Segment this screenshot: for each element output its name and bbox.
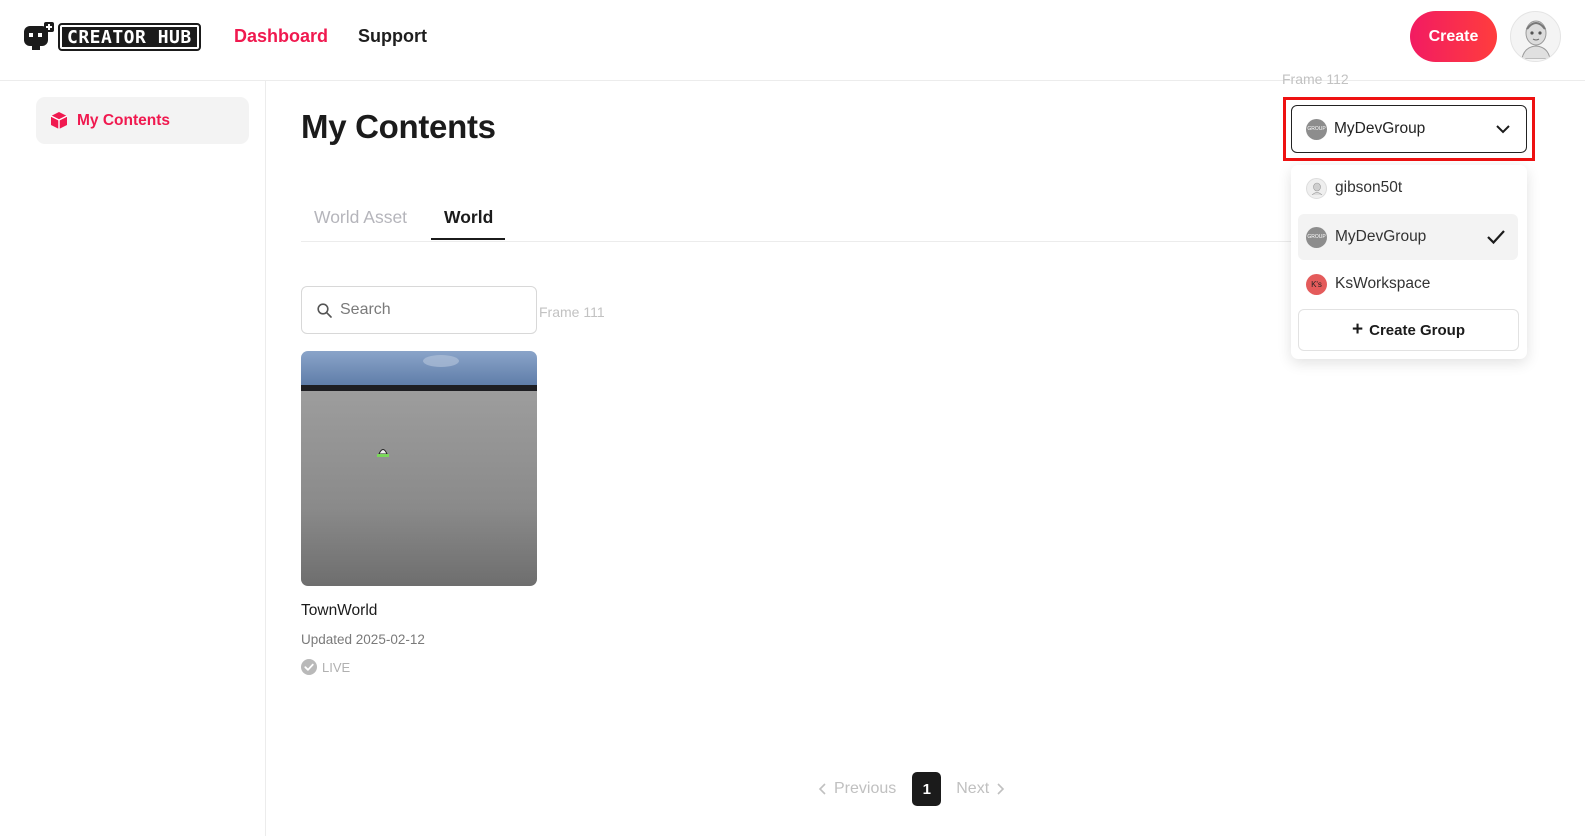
robot-logo-icon <box>22 22 54 52</box>
group-option-label: gibson50t <box>1335 179 1403 196</box>
pagination-previous-label: Previous <box>834 780 897 797</box>
live-status-badge: LIVE <box>301 659 350 675</box>
tabs-divider <box>301 241 1301 242</box>
create-button[interactable]: Create <box>1410 11 1497 62</box>
search-input[interactable] <box>340 301 520 319</box>
group-select-value: MyDevGroup <box>1334 120 1426 137</box>
pagination: Previous 1 Next <box>818 772 1005 806</box>
active-tab-indicator <box>431 238 505 240</box>
nav-dashboard-link[interactable]: Dashboard <box>234 26 328 47</box>
tab-world[interactable]: World <box>444 207 493 228</box>
pagination-next[interactable]: Next <box>956 780 1005 798</box>
nav-support-link[interactable]: Support <box>358 26 427 47</box>
group-option-mydevgroup[interactable]: GROUP MyDevGroup <box>1298 214 1518 260</box>
logo-wordmark: CREATOR HUB <box>58 23 201 51</box>
creator-hub-logo[interactable]: CREATOR HUB <box>22 21 201 53</box>
group-avatar-icon: GROUP <box>1306 118 1327 140</box>
group-dropdown-menu: gibson50t GROUP MyDevGroup K's KsWorkspa… <box>1291 165 1527 359</box>
search-icon <box>317 302 332 318</box>
frame-label: Frame 112 <box>1282 71 1349 87</box>
sidebar-item-my-contents[interactable]: My Contents <box>36 97 249 144</box>
world-card-thumbnail[interactable] <box>301 351 537 586</box>
page-title: My Contents <box>301 108 496 145</box>
checkmark-icon <box>1487 230 1505 245</box>
chevron-right-icon <box>997 783 1005 795</box>
top-header: CREATOR HUB Dashboard Support Create <box>0 0 1585 81</box>
avatar-portrait-icon <box>1520 20 1551 59</box>
tab-world-asset[interactable]: World Asset <box>314 207 407 228</box>
sidebar: My Contents <box>0 81 266 836</box>
chevron-down-icon <box>1496 125 1510 134</box>
group-option-gibson50t[interactable]: gibson50t <box>1298 165 1518 211</box>
live-status-text: LIVE <box>322 659 351 675</box>
pagination-page-1[interactable]: 1 <box>912 772 942 806</box>
world-card-name[interactable]: TownWorld <box>301 602 377 620</box>
chevron-left-icon <box>818 783 826 795</box>
world-thumbnail-image <box>301 351 537 586</box>
group-option-ksworkspace[interactable]: K's KsWorkspace <box>1298 261 1518 307</box>
create-group-label: Create Group <box>1369 321 1465 339</box>
group-option-label: MyDevGroup <box>1335 228 1427 245</box>
sidebar-item-label: My Contents <box>77 111 170 129</box>
group-avatar-text: GROUP <box>1307 234 1326 240</box>
plus-icon: + <box>1352 319 1364 340</box>
pagination-previous[interactable]: Previous <box>818 780 896 798</box>
group-option-label: KsWorkspace <box>1335 275 1431 292</box>
user-avatar[interactable] <box>1510 11 1561 62</box>
world-card-updated: Updated 2025-02-12 <box>301 632 425 647</box>
cube-icon <box>50 112 68 129</box>
group-avatar-icon: GROUP <box>1306 226 1327 248</box>
user-avatar-icon <box>1306 177 1327 199</box>
workspace-avatar-text: K's <box>1311 279 1322 289</box>
search-box[interactable] <box>301 286 537 334</box>
group-select-dropdown[interactable]: GROUP MyDevGroup <box>1291 105 1527 153</box>
pagination-next-label: Next <box>956 780 990 797</box>
group-avatar-text: GROUP <box>1307 126 1326 132</box>
frame-label: Frame 111 <box>539 304 605 320</box>
create-group-button[interactable]: + Create Group <box>1298 309 1519 351</box>
check-circle-icon <box>301 659 317 675</box>
workspace-avatar-icon: K's <box>1306 273 1327 295</box>
